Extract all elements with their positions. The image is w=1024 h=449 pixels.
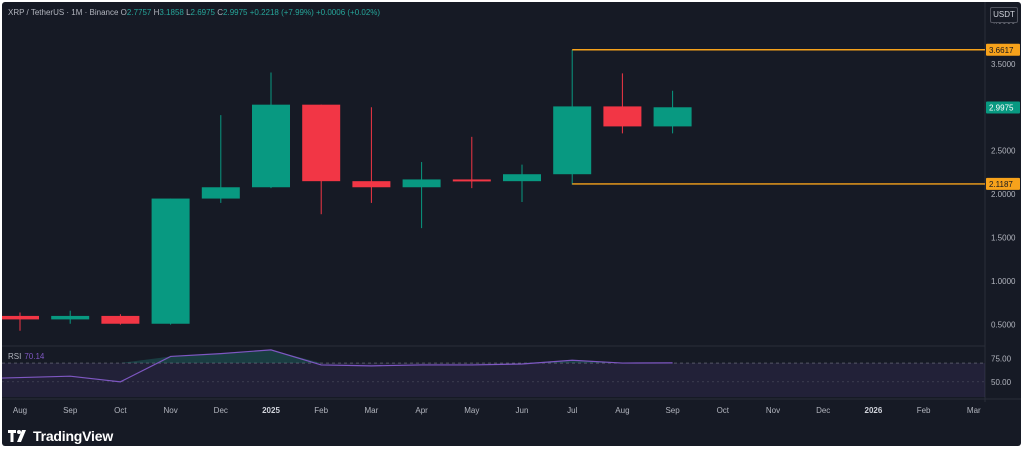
x-tick-label: 2026	[865, 406, 883, 415]
change2-value: +0.0006 (+0.02%)	[316, 8, 381, 17]
rsi-label: RSI	[8, 352, 22, 361]
y-tick-label: 2.5000	[991, 147, 1016, 156]
level-label: 2.1187	[989, 180, 1013, 189]
y-tick-label: 1.0000	[991, 277, 1016, 286]
candle-body	[352, 181, 391, 188]
symbol-title: XRP / TetherUS · 1M · Binance	[8, 8, 119, 17]
candle-body	[201, 187, 240, 199]
candle-body	[452, 179, 491, 182]
low-value: 2.6975	[190, 8, 215, 17]
x-tick-label: Dec	[214, 406, 228, 415]
currency-button[interactable]: USDT	[990, 7, 1018, 23]
x-tick-label: Mar	[967, 406, 981, 415]
candle-body	[151, 198, 190, 324]
x-tick-label: Nov	[163, 406, 177, 415]
rsi-value: 70.14	[24, 352, 45, 361]
x-tick-label: May	[464, 406, 479, 415]
change-value: +0.2218 (+7.99%)	[249, 8, 314, 17]
x-tick-label: Nov	[766, 406, 780, 415]
candle-body	[51, 315, 90, 320]
x-tick-label: Jun	[516, 406, 529, 415]
brand-name: TradingView	[33, 428, 114, 444]
x-tick-label: Mar	[365, 406, 379, 415]
open-value: 2.7757	[126, 8, 152, 17]
x-tick-label: Aug	[615, 406, 629, 415]
x-tick-label: Feb	[917, 406, 931, 415]
candle-body	[252, 104, 290, 188]
candle-body	[553, 106, 592, 175]
candle-body	[402, 179, 441, 188]
tradingview-logo: TradingView	[8, 428, 113, 444]
symbol-header: XRP / TetherUS · 1M · Binance O2.7757 H3…	[8, 8, 380, 17]
y-tick-label: 1.5000	[991, 234, 1016, 243]
candle-body	[302, 104, 341, 182]
chart-frame: 0.50001.00001.50002.00002.50003.00003.50…	[2, 2, 1021, 446]
x-tick-label: Apr	[415, 406, 428, 415]
x-tick-label: Aug	[13, 406, 27, 415]
level-label: 3.6617	[989, 46, 1014, 55]
x-tick-label: Sep	[665, 406, 680, 415]
x-tick-label: Oct	[717, 406, 730, 415]
candle-body	[603, 106, 642, 127]
candle-body	[653, 107, 692, 127]
close-value: 2.9975	[223, 8, 248, 17]
price-chart[interactable]: 0.50001.00001.50002.00002.50003.00003.50…	[2, 2, 1021, 446]
rsi-legend: RSI 70.14	[8, 352, 44, 361]
rsi-y-tick-label: 50.00	[991, 378, 1012, 387]
x-tick-label: Oct	[114, 406, 127, 415]
current-price-label: 2.9975	[989, 103, 1014, 112]
x-tick-label: Feb	[314, 406, 328, 415]
x-tick-label: Jul	[567, 406, 577, 415]
y-tick-label: 0.5000	[991, 321, 1016, 330]
candle-body	[503, 174, 541, 182]
x-tick-label: Sep	[63, 406, 78, 415]
candle-body	[101, 315, 140, 324]
candle-body	[2, 315, 39, 320]
y-tick-label: 3.5000	[991, 60, 1016, 69]
x-tick-label: Dec	[816, 406, 830, 415]
rsi-band-fill	[2, 363, 985, 397]
x-tick-label: 2025	[262, 406, 280, 415]
y-tick-label: 2.0000	[991, 190, 1016, 199]
high-value: 3.1858	[159, 8, 184, 17]
rsi-y-tick-label: 75.00	[991, 354, 1012, 363]
tradingview-icon	[8, 430, 26, 442]
